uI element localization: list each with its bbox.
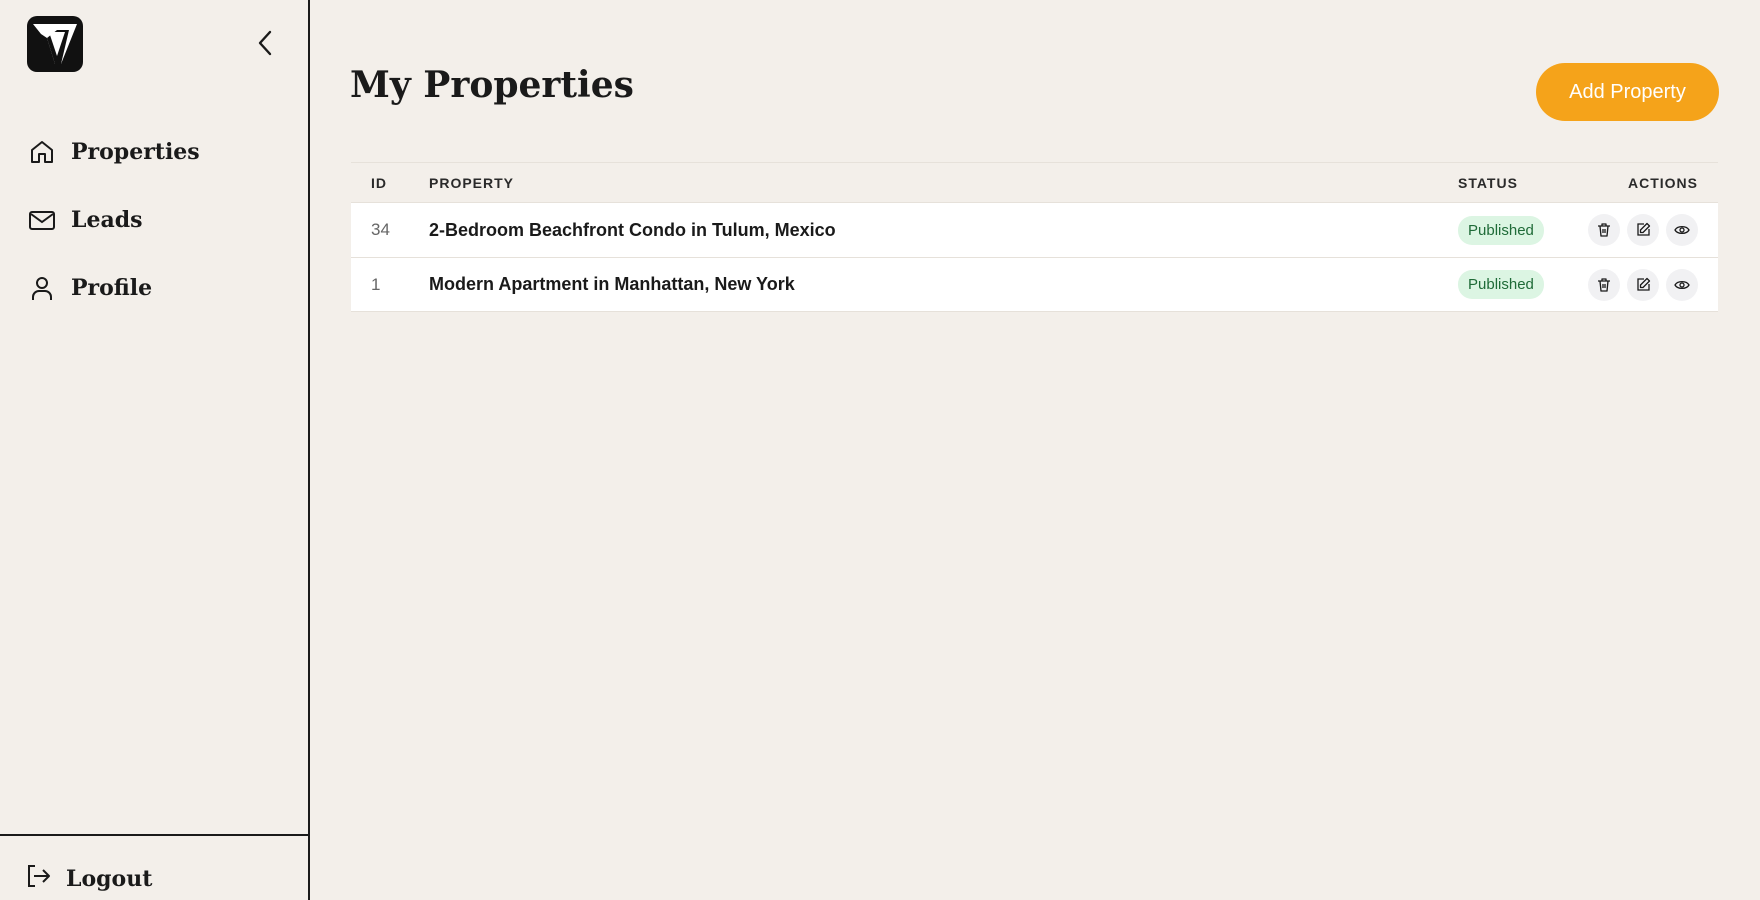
eye-icon: [1674, 280, 1690, 289]
table-header: ID PROPERTY STATUS ACTIONS: [351, 162, 1718, 202]
trash-icon: [1598, 277, 1610, 292]
trash-icon: [1598, 223, 1610, 237]
logout-icon: [24, 862, 52, 895]
sidebar-item-properties[interactable]: Properties: [27, 118, 200, 186]
eye-icon: [1674, 225, 1690, 235]
status-badge: Published: [1458, 270, 1544, 299]
sidebar-item-label: Profile: [71, 275, 153, 301]
edit-icon: [1637, 222, 1651, 236]
v-logo-icon: [33, 24, 77, 64]
sidebar-nav: Properties Leads Profile: [27, 118, 200, 322]
table-row[interactable]: 34 2-Bedroom Beachfront Condo in Tulum, …: [351, 202, 1718, 257]
status-badge: Published: [1458, 215, 1544, 245]
collapse-sidebar-button[interactable]: [250, 26, 280, 60]
main-content: My Properties Add Property ID PROPERTY S…: [310, 0, 1760, 900]
row-id: 34: [371, 220, 390, 239]
header-status: STATUS: [1458, 174, 1518, 191]
sidebar-item-profile[interactable]: Profile: [27, 254, 200, 322]
view-button[interactable]: [1666, 214, 1698, 246]
sidebar: Properties Leads Profile Logout: [0, 0, 310, 900]
header-property: PROPERTY: [429, 174, 515, 191]
sidebar-item-label: Leads: [71, 207, 143, 233]
header-actions: ACTIONS: [1628, 174, 1698, 191]
properties-table: ID PROPERTY STATUS ACTIONS 34 2-Bedroom …: [351, 162, 1718, 312]
sidebar-item-label: Properties: [71, 139, 200, 165]
edit-button[interactable]: [1627, 268, 1659, 301]
delete-button[interactable]: [1588, 268, 1620, 301]
logout-label: Logout: [66, 865, 153, 892]
edit-icon: [1637, 277, 1651, 291]
row-property[interactable]: Modern Apartment in Manhattan, New York: [429, 274, 1458, 295]
table-row[interactable]: 1 Modern Apartment in Manhattan, New Yor…: [351, 257, 1718, 312]
page-title: My Properties: [350, 64, 634, 106]
sidebar-divider: [0, 834, 310, 836]
delete-button[interactable]: [1588, 214, 1620, 246]
mail-icon: [27, 205, 57, 235]
view-button[interactable]: [1666, 268, 1698, 301]
app-logo[interactable]: [27, 16, 83, 72]
user-icon: [27, 273, 57, 303]
header-id: ID: [371, 174, 387, 191]
row-id: 1: [371, 274, 381, 294]
add-property-button[interactable]: Add Property: [1536, 63, 1719, 121]
logout-button[interactable]: Logout: [24, 862, 152, 895]
sidebar-item-leads[interactable]: Leads: [27, 186, 200, 254]
chevron-left-icon: [258, 30, 272, 56]
edit-button[interactable]: [1627, 214, 1659, 246]
home-icon: [27, 137, 57, 167]
row-property[interactable]: 2-Bedroom Beachfront Condo in Tulum, Mex…: [429, 220, 1458, 241]
